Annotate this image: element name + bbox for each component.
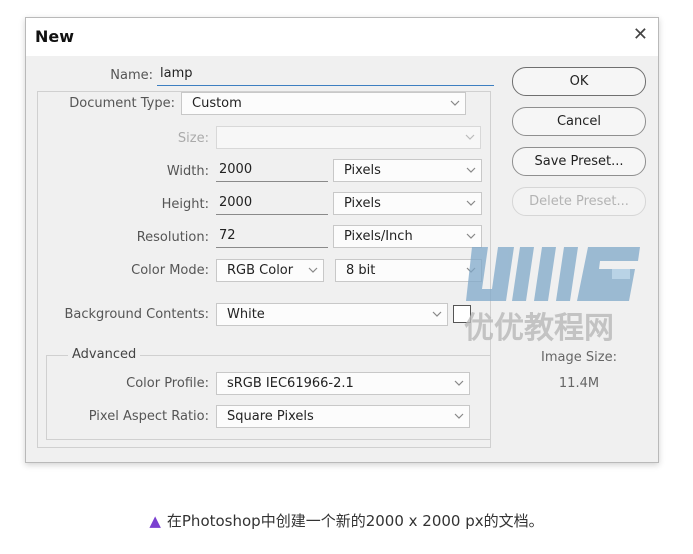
height-unit-select[interactable]: Pixels xyxy=(333,192,482,215)
document-type-value: Custom xyxy=(192,96,242,111)
watermark-graphic: 优优教程网 xyxy=(464,247,640,346)
background-contents-value: White xyxy=(227,307,265,322)
pixel-aspect-ratio-value: Square Pixels xyxy=(227,409,314,424)
pixel-aspect-ratio-select[interactable]: Square Pixels xyxy=(216,405,470,428)
caption: ▲ 在Photoshop中创建一个新的2000 x 2000 px的文档。 xyxy=(0,510,693,531)
chevron-down-icon xyxy=(450,97,460,109)
advanced-legend: Advanced xyxy=(68,347,141,362)
close-icon[interactable]: ✕ xyxy=(633,25,648,45)
color-mode-select[interactable]: RGB Color xyxy=(216,259,324,282)
name-label: Name: xyxy=(110,68,153,83)
delete-preset-button: Delete Preset... xyxy=(512,187,646,216)
document-type-label: Document Type: xyxy=(69,96,175,111)
height-field[interactable]: 2000 xyxy=(216,193,328,215)
document-type-select[interactable]: Custom xyxy=(181,92,466,115)
resolution-field[interactable]: 72 xyxy=(216,226,328,248)
cancel-button[interactable]: Cancel xyxy=(512,107,646,136)
resolution-unit-value: Pixels/Inch xyxy=(344,229,413,244)
width-unit-value: Pixels xyxy=(344,163,381,178)
background-contents-select[interactable]: White xyxy=(216,303,448,326)
size-select xyxy=(216,126,481,149)
chevron-down-icon xyxy=(432,308,442,320)
new-document-dialog: New ✕ Name: lamp Document Type: Custom S… xyxy=(25,17,659,463)
chevron-down-icon xyxy=(466,164,476,176)
save-preset-button[interactable]: Save Preset... xyxy=(512,147,646,176)
chevron-down-icon xyxy=(466,230,476,242)
bit-depth-value: 8 bit xyxy=(346,263,376,278)
chevron-down-icon xyxy=(308,264,318,276)
image-size-label: Image Size: xyxy=(541,350,617,365)
triangle-icon: ▲ xyxy=(149,512,161,530)
caption-text: 在Photoshop中创建一个新的2000 x 2000 px的文档。 xyxy=(166,512,544,530)
resolution-unit-select[interactable]: Pixels/Inch xyxy=(333,225,482,248)
chevron-down-icon xyxy=(454,410,464,422)
color-profile-value: sRGB IEC61966-2.1 xyxy=(227,376,354,391)
color-profile-label: Color Profile: xyxy=(126,376,209,391)
size-label: Size: xyxy=(177,131,209,146)
dialog-title: New xyxy=(35,27,75,46)
width-unit-select[interactable]: Pixels xyxy=(333,159,482,182)
bit-depth-select[interactable]: 8 bit xyxy=(335,259,482,282)
ok-button[interactable]: OK xyxy=(512,67,646,96)
chevron-down-icon xyxy=(454,377,464,389)
name-field[interactable]: lamp xyxy=(157,64,494,86)
image-size-value: 11.4M xyxy=(558,376,600,391)
height-label: Height: xyxy=(161,197,209,212)
watermark-text: 优优教程网 xyxy=(464,311,614,345)
chevron-down-icon xyxy=(466,197,476,209)
color-mode-value: RGB Color xyxy=(227,263,294,278)
height-unit-value: Pixels xyxy=(344,196,381,211)
chevron-down-icon xyxy=(465,131,475,143)
color-mode-label: Color Mode: xyxy=(131,263,209,278)
title-bar: New ✕ xyxy=(26,18,658,56)
width-field[interactable]: 2000 xyxy=(216,160,328,182)
watermark-logo: 优优教程网 xyxy=(462,243,647,349)
resolution-label: Resolution: xyxy=(136,230,209,245)
width-label: Width: xyxy=(166,164,209,179)
background-contents-label: Background Contents: xyxy=(64,307,209,322)
pixel-aspect-ratio-label: Pixel Aspect Ratio: xyxy=(88,409,209,424)
color-profile-select[interactable]: sRGB IEC61966-2.1 xyxy=(216,372,470,395)
